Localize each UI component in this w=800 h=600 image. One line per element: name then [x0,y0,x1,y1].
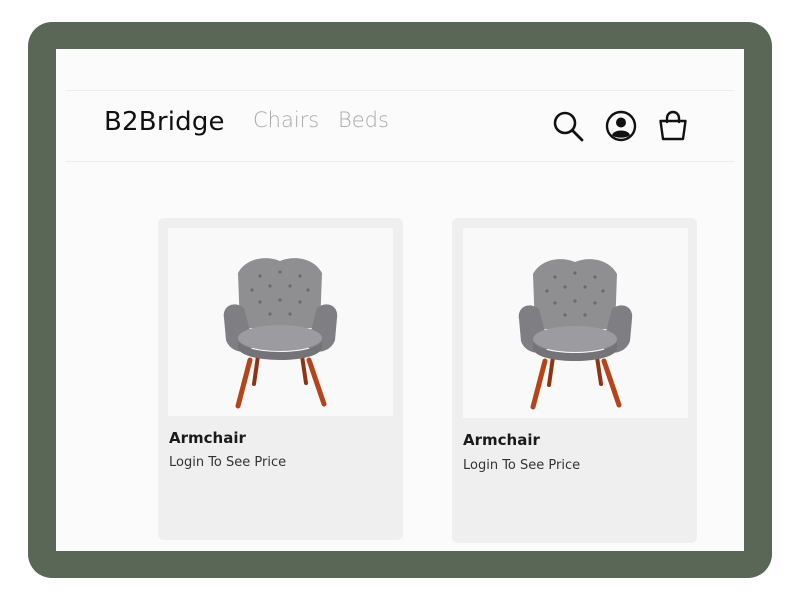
nav-link-beds[interactable]: Beds [338,108,389,132]
site-header: B2Bridge Chairs Beds [66,90,734,162]
product-image[interactable] [168,228,393,416]
device-frame: B2Bridge Chairs Beds Armchair Login To S… [28,22,772,578]
product-card[interactable]: Armchair Login To See Price [452,218,697,543]
product-title[interactable]: Armchair [169,429,246,447]
app-screen: B2Bridge Chairs Beds Armchair Login To S… [56,49,744,551]
search-icon[interactable] [550,108,586,144]
cart-icon[interactable] [655,108,691,144]
product-price-login: Login To See Price [463,458,581,473]
brand-logo[interactable]: B2Bridge [104,107,225,137]
product-card[interactable]: Armchair Login To See Price [158,218,403,540]
product-image[interactable] [463,228,688,418]
account-icon[interactable] [603,108,639,144]
nav-link-chairs[interactable]: Chairs [253,108,319,132]
product-title[interactable]: Armchair [463,431,540,449]
product-price-login: Login To See Price [169,455,287,470]
